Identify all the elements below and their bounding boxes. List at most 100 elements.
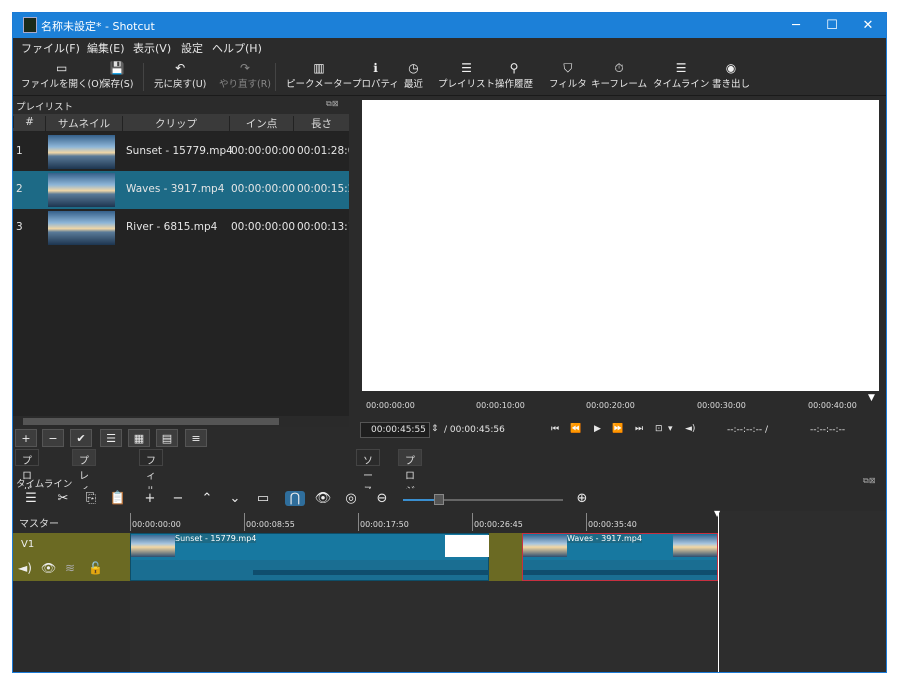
tab-source[interactable]: ソース — [356, 449, 380, 497]
col-clip[interactable]: クリップ — [122, 116, 229, 131]
timeline-clip-waves[interactable]: Waves - 3917.mp4 — [522, 533, 718, 581]
panel-float-icon[interactable]: ⧉⊠ — [863, 476, 875, 486]
table-row[interactable]: 1 Sunset - 15779.mp4 00:00:00:00 00:01:2… — [13, 133, 349, 171]
volume-icon[interactable]: ◄) — [685, 424, 695, 434]
timeline-ruler[interactable]: 00:00:00:00 00:00:08:55 00:00:17:50 00:0… — [130, 511, 718, 533]
tile-view-icon[interactable]: ▤ — [156, 429, 178, 447]
track-name: V1 — [21, 539, 35, 550]
snap-icon[interactable]: ⋂ — [285, 491, 305, 506]
remove-icon[interactable]: − — [42, 429, 64, 447]
playlist-button[interactable]: ☰ プレイリスト — [438, 60, 495, 90]
details-view-icon[interactable]: ☰ — [100, 429, 122, 447]
undo-button[interactable]: ↶ 元に戻す(U) — [154, 60, 206, 90]
title-bar[interactable]: 名称未設定* - Shotcut ─ ☐ ✕ — [13, 13, 886, 38]
timeline-tracks: マスター V1 ◄) 👁 ≋ 🔓 00:00:00:00 00:00:08:55… — [13, 509, 886, 672]
table-row[interactable]: 2 Waves - 3917.mp4 00:00:00:00 00:00:15:… — [13, 171, 349, 209]
history-button[interactable]: ⚲ 操作履歴 — [495, 60, 533, 90]
peak-meter-icon: ▥ — [313, 61, 325, 75]
menu-file[interactable]: ファイル(F) — [21, 40, 80, 56]
tab-properties[interactable]: プロパティ — [15, 449, 39, 527]
zoom-slider-handle[interactable] — [434, 494, 444, 505]
zoom-icon[interactable]: ⊡ — [655, 424, 663, 434]
grid-view-icon[interactable]: ▦ — [128, 429, 150, 447]
stopwatch-icon: ⏱ — [614, 61, 624, 75]
timeline-clip-sunset[interactable]: Sunset - 15779.mp4 — [130, 533, 489, 581]
clip-thumbnail — [523, 535, 567, 557]
properties-button[interactable]: ℹ プロパティ — [352, 60, 399, 90]
panel-float-icon[interactable]: ⧉⊠ — [326, 99, 338, 109]
open-file-button[interactable]: ▭ ファイルを開く(O) — [21, 60, 102, 90]
track-headers: マスター V1 ◄) 👁 ≋ 🔓 — [13, 511, 130, 672]
menu-edit[interactable]: 編集(E) — [87, 40, 125, 56]
scrub-icon[interactable]: 👁 — [313, 491, 333, 506]
main-toolbar: ▭ ファイルを開く(O) 💾 保存(S) ↶ 元に戻す(U) ↷ やり直す(R) ▥ ピー… — [13, 57, 886, 96]
menu-view[interactable]: 表示(V) — [133, 40, 171, 56]
undo-icon: ↶ — [175, 61, 186, 75]
cut-icon[interactable]: ✂ — [53, 491, 73, 506]
viewer-playhead-icon[interactable]: ▼ — [868, 393, 875, 403]
tab-filters[interactable]: フィルタ — [139, 449, 163, 512]
filters-button[interactable]: ⛉ フィルタ — [549, 60, 587, 90]
col-in[interactable]: イン点 — [229, 116, 293, 131]
play-icon[interactable]: ▶ — [594, 424, 601, 434]
timeline-panel: ☰ ✂ ⎘ 📋 + − ⌃ ⌄ ▭ ⋂ 👁 ◎ ⊖ ⊕ マスター V1 ◄) 👁… — [13, 489, 886, 672]
track-header-v1[interactable]: V1 ◄) 👁 ≋ 🔓 — [13, 533, 130, 581]
composite-icon[interactable]: ≋ — [65, 561, 75, 575]
tab-project[interactable]: プロジェクト — [398, 449, 422, 542]
recent-button[interactable]: ◷ 最近 — [404, 60, 423, 90]
eye-icon[interactable]: 👁 — [41, 561, 56, 575]
out-point-timecode: --:--:--:-- — [810, 425, 846, 435]
toolbar-separator — [275, 63, 276, 91]
col-num[interactable]: # — [13, 116, 45, 128]
redo-button[interactable]: ↷ やり直す(R) — [219, 60, 271, 90]
close-button[interactable]: ✕ — [850, 13, 886, 38]
add-icon[interactable]: + — [15, 429, 37, 447]
clip-thumbnail — [673, 535, 717, 557]
maximize-button[interactable]: ☐ — [814, 13, 850, 38]
zoom-out-icon[interactable]: ⊖ — [372, 491, 392, 506]
col-length[interactable]: 長さ — [293, 116, 349, 131]
lock-icon[interactable]: 🔓 — [88, 561, 103, 575]
col-thumbnail[interactable]: サムネイル — [45, 116, 122, 131]
fast-forward-icon[interactable]: ⏩ — [612, 424, 623, 434]
keyframes-button[interactable]: ⏱ キーフレーム — [591, 60, 647, 90]
menu-icon[interactable]: ☰ — [21, 491, 41, 506]
menu-settings[interactable]: 設定 — [181, 40, 203, 56]
ripple-icon[interactable]: ◎ — [341, 491, 361, 506]
export-button[interactable]: ◉ 書き出し — [712, 60, 750, 90]
save-button[interactable]: 💾 保存(S) — [101, 60, 133, 90]
tab-playlist[interactable]: プレイリスト — [72, 449, 96, 542]
table-row[interactable]: 3 River - 6815.mp4 00:00:00:00 00:00:13:… — [13, 209, 349, 247]
clip-thumbnail — [48, 211, 115, 245]
playlist-scrollbar[interactable] — [13, 416, 349, 427]
menu-help[interactable]: ヘルプ(H) — [212, 40, 262, 56]
in-point-timecode: --:--:--:-- / — [727, 425, 768, 435]
transport-bar: 00:00:45:55 ⇕ / 00:00:45:56 ⏮ ⏪ ▶ ⏩ ⏭ ⊡ … — [358, 422, 886, 442]
timeline-playhead[interactable] — [718, 511, 719, 672]
zoom-in-icon[interactable]: ⊕ — [572, 491, 592, 506]
video-viewer[interactable] — [362, 100, 879, 391]
timeline-canvas[interactable]: 00:00:00:00 00:00:08:55 00:00:17:50 00:0… — [130, 509, 886, 672]
rewind-icon[interactable]: ⏪ — [570, 424, 581, 434]
position-spin-icon[interactable]: ⇕ — [431, 424, 439, 434]
skip-to-start-icon[interactable]: ⏮ — [551, 424, 559, 434]
peak-meter-button[interactable]: ▥ ピークメーター — [286, 60, 352, 90]
mute-icon[interactable]: ◄) — [18, 561, 32, 575]
menu-icon[interactable]: ≡ — [185, 429, 207, 447]
timeline-button[interactable]: ☰ タイムライン — [653, 60, 709, 90]
skip-to-end-icon[interactable]: ⏭ — [635, 424, 643, 434]
copy-icon[interactable]: ⎘ — [81, 491, 101, 506]
position-field[interactable]: 00:00:45:55 — [360, 422, 430, 438]
check-icon[interactable]: ✔ — [70, 429, 92, 447]
overwrite-icon[interactable]: ⌄ — [225, 491, 245, 506]
scrollbar-thumb[interactable] — [23, 418, 279, 425]
minimize-button[interactable]: ─ — [778, 13, 814, 38]
append-icon[interactable]: + — [140, 491, 160, 506]
viewer-timecode-ruler[interactable]: 00:00:00:00 00:00:10:00 00:00:20:00 00:0… — [362, 393, 879, 417]
split-icon[interactable]: ▭ — [253, 491, 273, 506]
ripple-delete-icon[interactable]: − — [168, 491, 188, 506]
chevron-down-icon[interactable]: ▾ — [668, 424, 673, 434]
lift-icon[interactable]: ⌃ — [197, 491, 217, 506]
playhead-marker-icon[interactable]: ▼ — [714, 509, 720, 518]
paste-icon[interactable]: 📋 — [108, 491, 128, 506]
